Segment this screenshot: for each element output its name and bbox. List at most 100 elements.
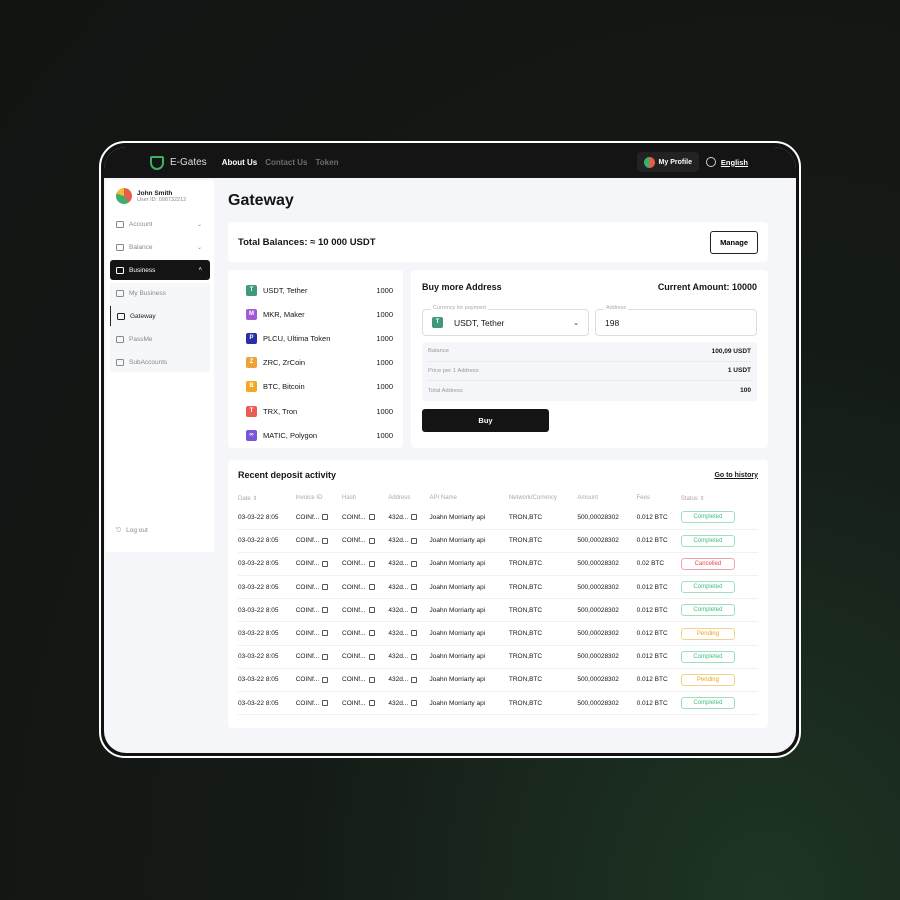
cell: TRON,BTC xyxy=(508,691,578,716)
sidebar-item-business[interactable]: Business ˄ xyxy=(110,260,210,280)
copy-icon[interactable] xyxy=(322,699,329,706)
cell: 500,00028302 xyxy=(577,575,637,600)
cell: COINf... xyxy=(342,575,389,600)
logout-button[interactable]: ⎋ Log out xyxy=(116,527,148,535)
table-row: 03-03-22 8:05 COINf... COINf... 432d... Joah… xyxy=(238,506,758,530)
copy-icon[interactable] xyxy=(368,653,375,660)
copy-icon[interactable] xyxy=(368,560,375,567)
table-row: 03-03-22 8:05 COINf... COINf... 432d... Joah… xyxy=(238,552,758,577)
copy-icon[interactable] xyxy=(411,653,418,660)
cell: 0.012 BTC xyxy=(636,598,681,623)
address-value: 198 xyxy=(605,317,620,328)
go-to-history-link[interactable]: Go to history xyxy=(714,472,758,479)
table-row: 03-03-22 8:05 COINf... COINf... 432d... Joah… xyxy=(238,668,758,693)
copy-icon[interactable] xyxy=(411,514,418,521)
truncated-id: 432d... xyxy=(388,606,409,614)
address-input[interactable]: Address 198 xyxy=(595,305,757,336)
manage-button[interactable]: Manage xyxy=(710,230,758,254)
cell: 0.012 BTC xyxy=(636,691,681,716)
copy-icon[interactable] xyxy=(368,699,375,706)
cell: COINf... xyxy=(342,621,389,646)
wallet-icon xyxy=(116,243,124,251)
cell: Pending xyxy=(680,668,758,693)
copy-icon[interactable] xyxy=(411,583,418,590)
nav-contact-us[interactable]: Contact Us xyxy=(265,158,307,167)
cell: 432d... xyxy=(388,598,430,623)
copy-icon[interactable] xyxy=(368,607,375,614)
copy-icon[interactable] xyxy=(368,537,375,544)
user-id[interactable]: User ID: 098732212 xyxy=(137,197,186,203)
column-header: Network/Currency xyxy=(508,495,557,501)
cell: 500,00028302 xyxy=(577,598,637,623)
cell: TRON,BTC xyxy=(508,645,578,669)
currency-select[interactable]: Currency for payment T USDT, Tether ⌄ xyxy=(422,305,589,336)
copy-icon[interactable] xyxy=(368,514,375,521)
nav-about-us[interactable]: About Us xyxy=(222,158,258,167)
coin-name: BTC, Bitcoin xyxy=(263,382,305,392)
cell: Joahn Morriarty api xyxy=(429,668,509,693)
copy-icon[interactable] xyxy=(322,514,329,521)
cell: 03-03-22 8:05 xyxy=(238,529,296,553)
sidebar-item-passme[interactable]: PassMe xyxy=(110,329,210,349)
truncated-id: COINf... xyxy=(295,653,320,661)
nav-token[interactable]: Token xyxy=(315,158,338,167)
buy-title: Buy more Address xyxy=(422,282,502,292)
copy-icon[interactable] xyxy=(322,607,329,614)
language-selector[interactable]: English xyxy=(705,157,748,167)
logo[interactable]: E-Gates xyxy=(150,155,207,170)
copy-icon[interactable] xyxy=(368,630,375,637)
my-profile-button[interactable]: My Profile xyxy=(636,152,699,172)
status-badge: Completed xyxy=(680,511,735,524)
truncated-id: COINf... xyxy=(295,606,320,614)
sidebar-item-label: My Business xyxy=(129,289,166,297)
copy-icon[interactable] xyxy=(411,537,418,544)
user-name: John Smith xyxy=(137,189,173,197)
coin-row: T TRX, Tron 1000 xyxy=(246,399,393,423)
truncated-id: 432d... xyxy=(388,537,409,545)
copy-icon[interactable] xyxy=(411,607,418,614)
copy-icon[interactable] xyxy=(411,560,418,567)
copy-icon[interactable] xyxy=(322,560,329,567)
coin-row: B BTC, Bitcoin 1000 xyxy=(246,375,393,399)
column-header[interactable]: Date ⇕ xyxy=(238,490,296,506)
copy-icon[interactable] xyxy=(322,630,329,637)
main-nav: About Us Contact Us Token xyxy=(222,158,347,167)
cell: TRON,BTC xyxy=(508,575,578,600)
cell: 432d... xyxy=(388,506,430,530)
copy-icon[interactable] xyxy=(411,699,418,706)
sidebar-item-my-business[interactable]: My Business xyxy=(110,283,210,303)
grid-icon xyxy=(116,220,124,228)
coin-icon: M xyxy=(246,308,257,320)
truncated-id: 432d... xyxy=(388,676,409,684)
sidebar-item-balance[interactable]: Balance ⌄ xyxy=(110,237,210,257)
cell: Completed xyxy=(680,575,758,600)
truncated-id: COINf... xyxy=(342,606,366,614)
sidebar-item-account[interactable]: Account ⌄ xyxy=(110,214,210,234)
buy-button[interactable]: Buy xyxy=(422,408,549,432)
coin-balances-list: T USDT, Tether 1000 M MKR, Maker 1000 P PLCU, U… xyxy=(228,270,403,448)
coin-icon: B xyxy=(246,381,257,393)
copy-icon[interactable] xyxy=(411,676,418,683)
copy-icon[interactable] xyxy=(322,653,329,660)
column-header[interactable]: Status ⇕ xyxy=(681,490,758,506)
sidebar-item-gateway[interactable]: Gateway xyxy=(110,306,210,326)
truncated-id: 432d... xyxy=(388,653,409,661)
copy-icon[interactable] xyxy=(368,583,375,590)
summary-row: Total Address 100 xyxy=(428,387,751,395)
copy-icon[interactable] xyxy=(411,630,418,637)
cell: TRON,BTC xyxy=(508,598,578,623)
status-badge: Completed xyxy=(680,581,735,594)
copy-icon[interactable] xyxy=(368,676,375,683)
coin-amount: 1000 xyxy=(376,333,393,343)
profile-label: My Profile xyxy=(658,158,692,166)
coin-amount: 1000 xyxy=(376,358,393,368)
copy-icon[interactable] xyxy=(322,583,329,590)
copy-icon[interactable] xyxy=(322,537,329,544)
sidebar-item-subaccounts[interactable]: SubAccounts xyxy=(110,352,210,372)
truncated-id: COINf... xyxy=(295,583,320,591)
cell: Completed xyxy=(680,529,758,553)
copy-icon[interactable] xyxy=(322,676,329,683)
truncated-id: COINf... xyxy=(342,676,366,684)
cell: 0.02 BTC xyxy=(636,552,681,577)
cell: 432d... xyxy=(388,621,430,646)
